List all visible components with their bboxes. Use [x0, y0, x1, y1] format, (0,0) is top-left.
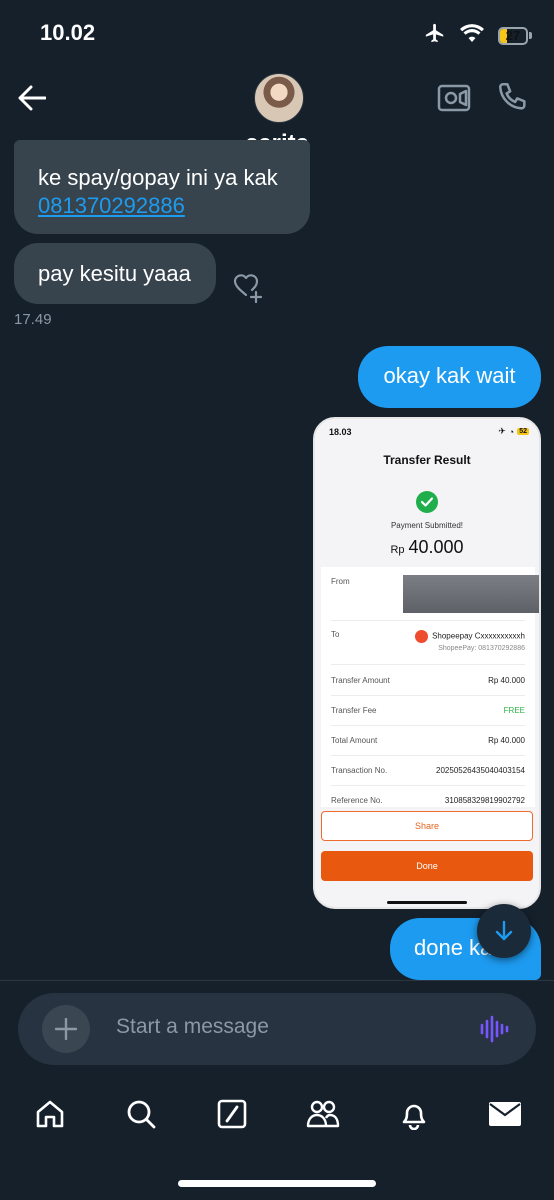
add-reaction-button[interactable] [230, 272, 264, 304]
nav-compose[interactable] [207, 1089, 257, 1139]
nav-communities[interactable] [298, 1089, 348, 1139]
payment-amount: Rp 40.000 [315, 537, 539, 558]
nav-notifications[interactable] [389, 1089, 439, 1139]
back-button[interactable] [14, 80, 50, 116]
attachment-status-icons: ✈ ◔ 52 [498, 426, 529, 437]
status-time: 10.02 [40, 20, 96, 45]
home-indicator [387, 901, 467, 904]
image-attachment[interactable]: 18.03 ✈ ◔ 52 Transfer Result Payment Sub… [313, 417, 541, 909]
envelope-icon [488, 1102, 521, 1126]
message-text: pay kesitu yaaa [38, 261, 191, 286]
video-call-button[interactable] [436, 80, 472, 116]
scroll-to-bottom-button[interactable] [477, 904, 531, 958]
done-button: Done [321, 851, 533, 881]
arrow-down-icon [495, 920, 513, 941]
detail-row: Transfer Amount Rp 40.000 [331, 665, 525, 696]
bell-icon [402, 1104, 425, 1130]
divider [0, 980, 554, 981]
communities-icon [306, 1100, 339, 1128]
heart-plus-icon [233, 274, 263, 304]
amount-value: 40.000 [408, 537, 464, 557]
wifi-icon [460, 23, 484, 48]
message-text: ke spay/gopay ini ya kak [38, 165, 278, 190]
success-check-icon [416, 491, 438, 513]
transfer-details: From To Shopeepay Cxxxxxxxxxxh ShopeePay… [321, 567, 539, 807]
voice-message-button[interactable] [478, 1013, 510, 1045]
attachment-title: Transfer Result [383, 453, 471, 467]
airplane-mode-icon: ✈ [498, 426, 506, 436]
currency: Rp [390, 544, 405, 556]
share-button: Share [321, 811, 533, 841]
detail-row-to: To Shopeepay Cxxxxxxxxxxh ShopeePay: 081… [331, 623, 525, 665]
detail-row-from: From [331, 567, 539, 621]
battery-icon: 27 [498, 26, 532, 45]
nav-messages[interactable] [480, 1089, 530, 1139]
airplane-mode-icon [424, 22, 446, 49]
nav-search[interactable] [116, 1089, 166, 1139]
message-timestamp: 17.49 [14, 311, 52, 328]
redacted-account [403, 575, 539, 613]
message-composer: Start a message [18, 993, 536, 1065]
wifi-icon: ◔ [508, 426, 515, 437]
detail-row: Transaction No. 20250526435040403154 [331, 755, 525, 786]
phone-icon [498, 82, 526, 110]
attachment-status-time: 18.03 [329, 427, 352, 437]
plus-icon [55, 1018, 77, 1040]
bottom-nav [0, 1084, 554, 1144]
home-indicator [178, 1180, 376, 1187]
status-icons: 27 [424, 22, 532, 49]
message-input[interactable]: Start a message [116, 1015, 269, 1039]
search-icon [127, 1100, 155, 1129]
compose-icon [217, 1099, 246, 1129]
incoming-message[interactable]: ke spay/gopay ini ya kak 081370292886 [14, 140, 310, 234]
detail-row: Transfer Fee FREE [331, 695, 525, 726]
message-text: okay kak wait [383, 363, 516, 388]
incoming-message[interactable]: pay kesitu yaaa [14, 243, 216, 304]
outgoing-message[interactable]: okay kak wait [358, 346, 541, 408]
avatar[interactable] [254, 73, 304, 123]
nav-home[interactable] [25, 1089, 75, 1139]
back-arrow-icon [18, 85, 46, 111]
add-media-button[interactable] [42, 1005, 90, 1053]
phone-number-link[interactable]: 081370292886 [38, 192, 286, 220]
voice-call-button[interactable] [496, 80, 530, 114]
video-camera-icon [437, 84, 471, 112]
audio-waveform-icon [480, 1015, 509, 1043]
detail-row: Total Amount Rp 40.000 [331, 725, 525, 756]
attachment-battery: 52 [517, 428, 529, 435]
shopeepay-logo-icon [415, 630, 429, 643]
home-icon [36, 1100, 63, 1128]
payment-status: Payment Submitted! [390, 521, 464, 530]
battery-label: 27 [505, 28, 521, 43]
